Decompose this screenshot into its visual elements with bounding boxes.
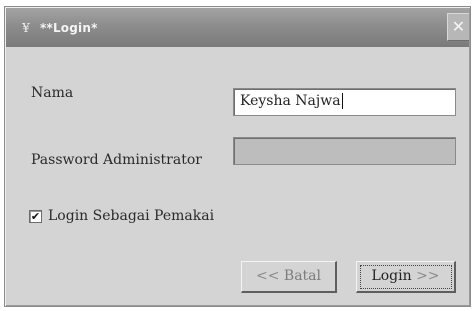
app-icon: ¥ <box>22 20 30 35</box>
login-as-user-label: Login Sebagai Pemakai <box>48 208 215 224</box>
forward-arrows-icon: >> <box>416 268 440 284</box>
title-bar[interactable]: ¥ **Login* ✕ <box>6 8 469 47</box>
text-caret <box>341 93 343 109</box>
cancel-button-label: Batal <box>283 268 321 284</box>
close-button[interactable]: ✕ <box>447 13 469 41</box>
login-as-user-checkbox[interactable]: ✔ <box>29 209 42 223</box>
back-arrows-icon: << <box>255 268 280 284</box>
nama-input-value: Keysha Najwa <box>240 93 341 109</box>
password-label: Password Administrator <box>31 152 202 168</box>
login-button[interactable]: Login >> <box>356 261 456 293</box>
cancel-button[interactable]: << Batal <box>241 261 337 293</box>
login-dialog: ¥ **Login* ✕ Nama Keysha Najwa Password … <box>4 6 471 307</box>
password-input[interactable] <box>233 137 456 165</box>
nama-label: Nama <box>31 85 74 101</box>
login-as-user-option[interactable]: ✔ Login Sebagai Pemakai <box>29 208 214 224</box>
nama-input[interactable]: Keysha Najwa <box>233 88 456 116</box>
window-title: **Login* <box>40 20 98 35</box>
login-button-label: Login <box>371 268 412 284</box>
